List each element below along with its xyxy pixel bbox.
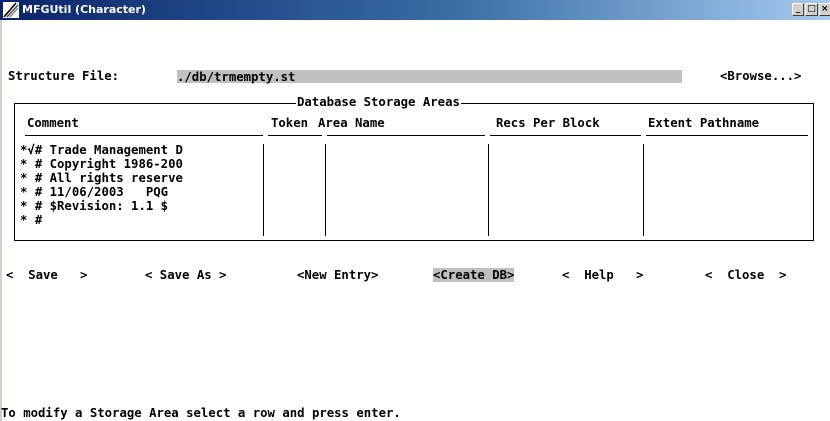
- minimize-button[interactable]: _: [792, 3, 805, 16]
- table-row[interactable]: * # Copyright 1986-200: [20, 157, 183, 171]
- window-controls: _ □ ×: [792, 3, 830, 17]
- row-comment: #: [34, 213, 43, 227]
- structure-file-input[interactable]: ./db/trmempty.st: [177, 70, 682, 84]
- window-border: [0, 20, 2, 421]
- help-button[interactable]: < Help >: [562, 268, 643, 282]
- column-separator: [643, 144, 644, 236]
- save-as-button[interactable]: < Save As >: [145, 268, 226, 282]
- header-underline-area-name: [327, 135, 485, 136]
- table-row[interactable]: * # $Revision: 1.1 $: [20, 199, 168, 213]
- header-underline-comment: [25, 135, 263, 136]
- row-comment: # All rights reserve: [34, 171, 183, 185]
- row-comment: # Copyright 1986-200: [34, 157, 183, 171]
- column-header-token: Token: [271, 116, 309, 130]
- header-underline-recs: [490, 135, 641, 136]
- column-separator: [263, 144, 264, 236]
- header-underline-token: [268, 135, 322, 136]
- table-row[interactable]: * # All rights reserve: [20, 171, 183, 185]
- column-separator: [488, 144, 489, 236]
- row-comment: # 11/06/2003 PQG: [34, 185, 169, 199]
- table-row[interactable]: * #: [20, 213, 42, 227]
- table-row[interactable]: * # 11/06/2003 PQG: [20, 185, 168, 199]
- structure-file-value: ./db/trmempty.st: [177, 70, 296, 84]
- new-entry-button[interactable]: <New Entry>: [297, 268, 378, 282]
- column-header-area-name: Area Name: [318, 116, 385, 130]
- column-separator: [325, 144, 326, 236]
- browse-button[interactable]: <Browse...>: [720, 69, 801, 83]
- app-icon: [3, 2, 19, 18]
- row-marker: *: [20, 171, 35, 185]
- column-header-extent-pathname: Extent Pathname: [648, 116, 760, 130]
- table-row[interactable]: *√# Trade Management D: [20, 143, 183, 157]
- row-marker: *: [20, 213, 35, 227]
- window-title: MFGUtil (Character): [22, 3, 146, 16]
- row-comment: # Trade Management D: [34, 143, 183, 157]
- column-header-recs-per-block: Recs Per Block: [496, 116, 600, 130]
- create-db-button[interactable]: <Create DB>: [433, 268, 515, 282]
- row-marker: *: [20, 199, 35, 213]
- close-app-button[interactable]: < Close >: [705, 268, 786, 282]
- save-button[interactable]: < Save >: [6, 268, 87, 282]
- column-header-comment: Comment: [27, 116, 79, 130]
- row-comment: # $Revision: 1.1 $: [34, 199, 169, 213]
- header-underline-extent: [646, 135, 808, 136]
- title-bar[interactable]: MFGUtil (Character) _ □ ×: [0, 0, 830, 20]
- status-message: To modify a Storage Area select a row an…: [1, 406, 401, 420]
- structure-file-label: Structure File:: [8, 69, 120, 83]
- row-marker: *: [20, 185, 35, 199]
- row-marker: *: [20, 157, 35, 171]
- maximize-button[interactable]: □: [805, 3, 818, 16]
- row-marker: *√: [20, 143, 35, 157]
- close-button[interactable]: ×: [818, 3, 830, 16]
- storage-areas-title: Database Storage Areas: [296, 95, 461, 109]
